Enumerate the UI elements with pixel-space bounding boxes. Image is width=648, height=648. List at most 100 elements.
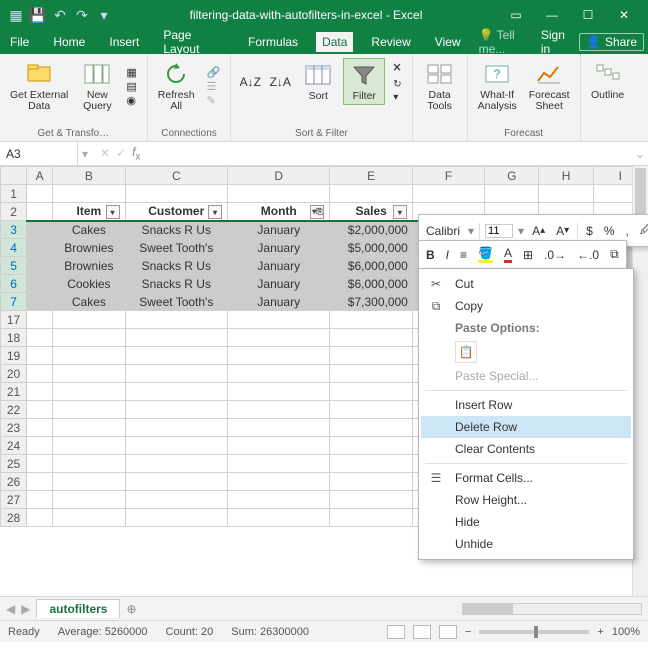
cell-D25[interactable] [228,455,330,473]
cell-A20[interactable] [27,365,53,383]
tell-me[interactable]: 💡 Tell me... [479,28,533,56]
ctx-hide[interactable]: Hide [421,511,631,533]
cell-A5[interactable] [27,257,53,275]
forecast-sheet-button[interactable]: Forecast Sheet [525,58,574,114]
cell-F1[interactable] [412,185,484,203]
tab-review[interactable]: Review [365,32,416,52]
sheet-tab-autofilters[interactable]: autofilters [36,599,120,618]
cell-D7[interactable]: January [228,293,330,311]
row-header-28[interactable]: 28 [1,509,27,527]
cell-B17[interactable] [53,311,125,329]
cell-D20[interactable] [228,365,330,383]
cell-A4[interactable] [27,239,53,257]
cell-B6[interactable]: Cookies [53,275,125,293]
view-page-break-icon[interactable] [439,625,457,639]
cell-D23[interactable] [228,419,330,437]
cell-E17[interactable] [330,311,412,329]
cell-A6[interactable] [27,275,53,293]
header-cell-B[interactable]: Item▾ [53,203,125,221]
cell-C26[interactable] [125,473,227,491]
zoom-slider[interactable] [479,630,589,634]
cell-E27[interactable] [330,491,412,509]
cell-C6[interactable]: Snacks R Us [125,275,227,293]
cell-A7[interactable] [27,293,53,311]
cell-D24[interactable] [228,437,330,455]
tab-nav-next-icon[interactable]: ▶ [21,602,30,616]
row-header-18[interactable]: 18 [1,329,27,347]
tab-data[interactable]: Data [316,32,353,52]
comma-format-icon[interactable]: , [623,223,632,239]
cell-C22[interactable] [125,401,227,419]
cell-E6[interactable]: $6,000,000 [330,275,412,293]
cell-A27[interactable] [27,491,53,509]
cell-B20[interactable] [53,365,125,383]
cell-B4[interactable]: Brownies [53,239,125,257]
font-name[interactable]: Calibri [423,223,463,239]
from-table-icon[interactable]: ▤ [122,80,140,93]
cell-E18[interactable] [330,329,412,347]
cell-D21[interactable] [228,383,330,401]
row-header-4[interactable]: 4 [1,239,27,257]
bold-icon[interactable]: B [423,247,438,263]
cell-D28[interactable] [228,509,330,527]
col-header-H[interactable]: H [539,167,593,185]
row-header-6[interactable]: 6 [1,275,27,293]
clear-filter-button[interactable]: 🗙 [389,60,405,77]
cell-E1[interactable] [330,185,412,203]
show-queries-icon[interactable]: ▦ [122,66,140,79]
cell-E26[interactable] [330,473,412,491]
row-header-22[interactable]: 22 [1,401,27,419]
cell-E28[interactable] [330,509,412,527]
cell-B22[interactable] [53,401,125,419]
sign-in[interactable]: Sign in [541,28,571,56]
ctx-copy[interactable]: ⧉Copy [421,295,631,317]
cell-E4[interactable]: $5,000,000 [330,239,412,257]
accounting-format-icon[interactable]: $ [583,223,596,239]
cell-E3[interactable]: $2,000,000 [330,221,412,239]
percent-format-icon[interactable]: % [601,223,618,239]
cell-D6[interactable]: January [228,275,330,293]
cell-B25[interactable] [53,455,125,473]
cell-B23[interactable] [53,419,125,437]
cell-B1[interactable] [53,185,125,203]
cell-C4[interactable]: Sweet Tooth's [125,239,227,257]
cell-C25[interactable] [125,455,227,473]
cell-C3[interactable]: Snacks R Us [125,221,227,239]
cell-A26[interactable] [27,473,53,491]
cell-C21[interactable] [125,383,227,401]
cell-B3[interactable]: Cakes [53,221,125,239]
borders-icon[interactable]: ⊞ [520,247,536,263]
zoom-level[interactable]: 100% [612,626,640,638]
cell-D1[interactable] [228,185,330,203]
row-header-23[interactable]: 23 [1,419,27,437]
cell-A24[interactable] [27,437,53,455]
row-header-21[interactable]: 21 [1,383,27,401]
view-normal-icon[interactable] [387,625,405,639]
cell-E25[interactable] [330,455,412,473]
cell-B21[interactable] [53,383,125,401]
ctx-row-height[interactable]: Row Height... [421,489,631,511]
ctx-clear-contents[interactable]: Clear Contents [421,438,631,460]
undo-icon[interactable]: ↶ [50,5,70,25]
expand-formula-bar-icon[interactable]: ⌄ [632,147,648,161]
merge-icon[interactable]: ⧉ [607,246,622,263]
qat-customize-icon[interactable]: ▾ [94,5,114,25]
cell-B26[interactable] [53,473,125,491]
cell-A18[interactable] [27,329,53,347]
row-header-5[interactable]: 5 [1,257,27,275]
cell-G1[interactable] [485,185,539,203]
ctx-delete-row[interactable]: Delete Row [421,416,631,438]
cell-C5[interactable]: Snacks R Us [125,257,227,275]
row-header-24[interactable]: 24 [1,437,27,455]
cell-A3[interactable] [27,221,53,239]
row-header-2[interactable]: 2 [1,203,27,221]
tab-formulas[interactable]: Formulas [242,32,304,52]
cell-E23[interactable] [330,419,412,437]
cell-D19[interactable] [228,347,330,365]
sort-desc-button[interactable]: Z↓A [267,71,293,93]
tab-view[interactable]: View [429,32,467,52]
header-cell-D[interactable]: Month▾⎘ [228,203,330,221]
cell-A21[interactable] [27,383,53,401]
row-header-1[interactable]: 1 [1,185,27,203]
cell-C7[interactable]: Sweet Tooth's [125,293,227,311]
